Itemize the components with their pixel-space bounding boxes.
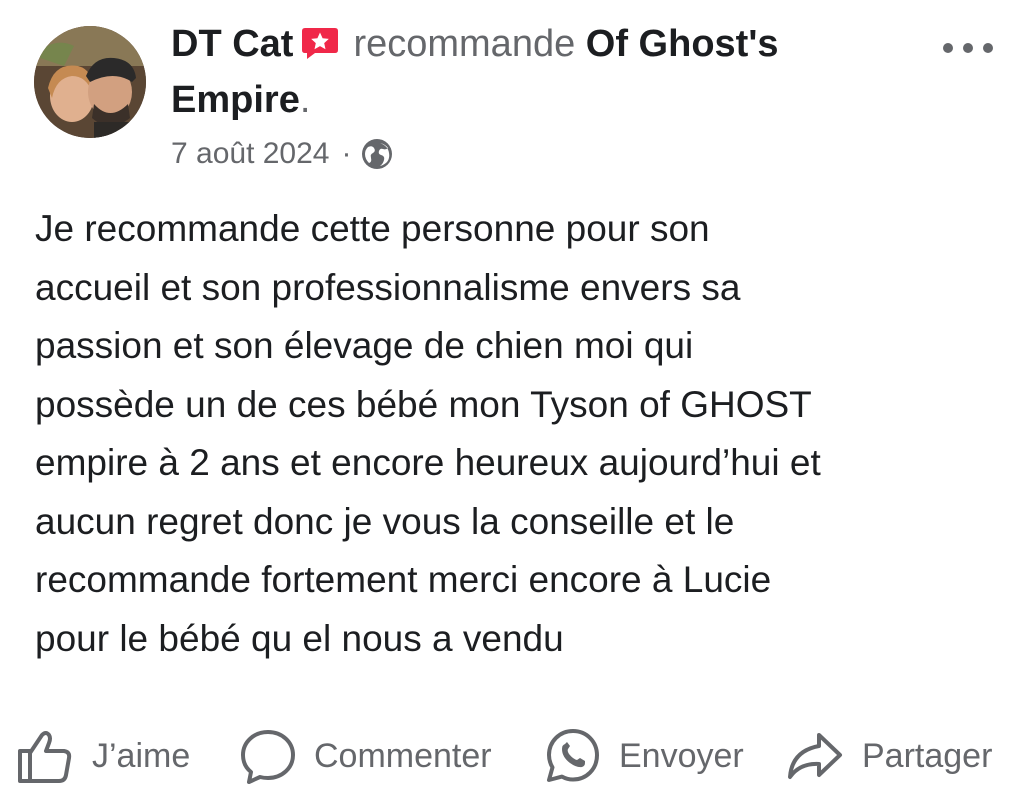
whatsapp-icon (547, 729, 599, 782)
author-name[interactable]: DT Cat (171, 23, 293, 65)
share-button[interactable]: Partager (786, 720, 992, 792)
header-period: . (299, 79, 311, 121)
send-label: Envoyer (619, 736, 744, 775)
share-label: Partager (862, 736, 993, 775)
like-button[interactable]: J’aime (16, 720, 190, 792)
comment-button[interactable]: Commenter (240, 720, 492, 792)
post-header: DT Cat recommande Of Ghost's Empire. (171, 16, 911, 128)
recommend-verb: recommande (353, 23, 576, 65)
send-button[interactable]: Envoyer (545, 720, 744, 792)
meta-separator: · (341, 137, 352, 170)
action-bar: J’aime Commenter Envoyer Partager (0, 720, 1024, 792)
comment-label: Commenter (314, 736, 492, 775)
globe-icon (361, 138, 393, 170)
recommendation-star-icon (301, 20, 339, 59)
more-options-icon[interactable] (938, 28, 998, 68)
share-arrow-icon (788, 733, 842, 779)
comment-bubble-icon (241, 730, 295, 784)
author-avatar[interactable] (34, 26, 146, 138)
thumbs-up-icon (18, 731, 72, 783)
post-meta: 7 août 2024 · (171, 132, 393, 176)
post-card: DT Cat recommande Of Ghost's Empire. 7 a… (0, 0, 1024, 805)
avatar-photo (34, 26, 146, 138)
like-label: J’aime (92, 736, 191, 775)
post-body-text: Je recommande cette personne pour son ac… (35, 208, 821, 659)
post-date[interactable]: 7 août 2024 (171, 137, 329, 171)
